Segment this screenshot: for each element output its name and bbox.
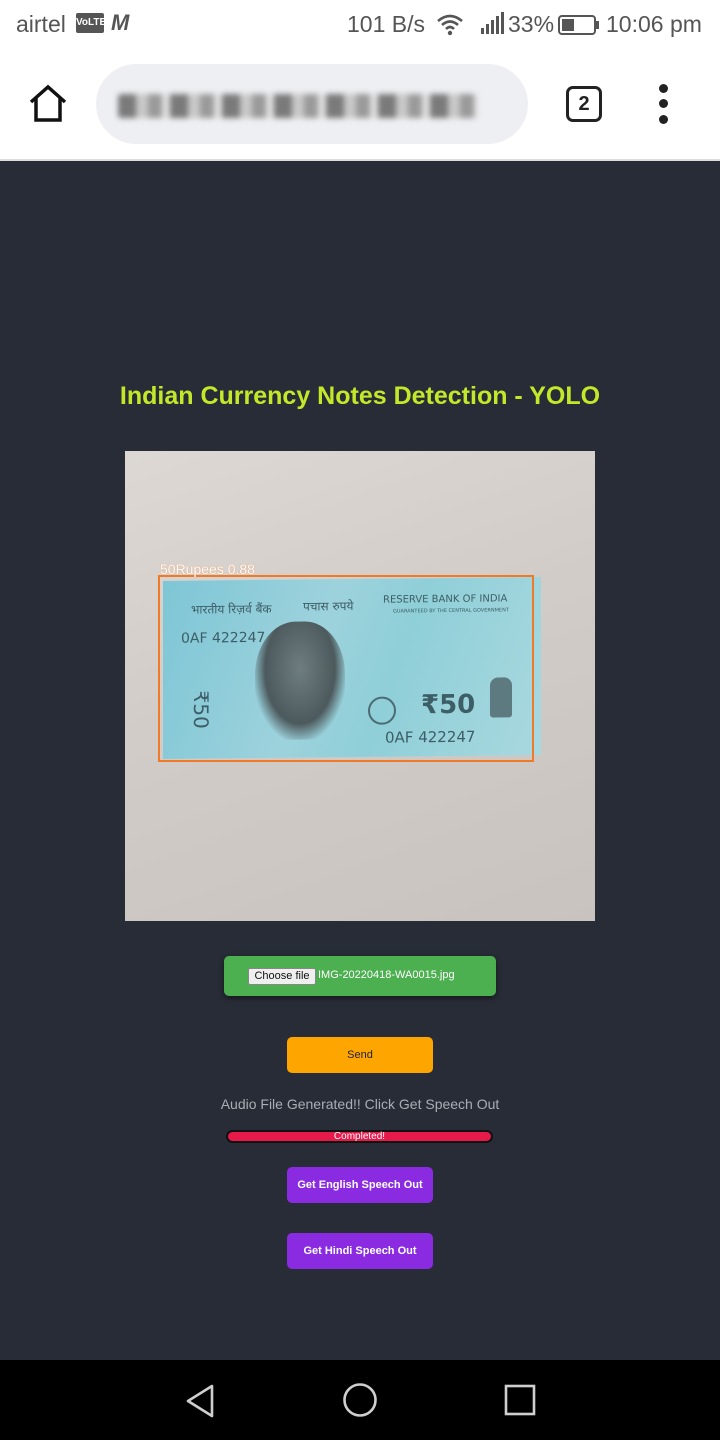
english-speech-button[interactable]: Get English Speech Out: [287, 1167, 433, 1203]
page-title: Indian Currency Notes Detection - YOLO: [119, 382, 601, 410]
file-upload-field[interactable]: Choose file IMG-20220418-WA0015.jpg: [224, 956, 496, 996]
battery-icon: [558, 15, 599, 35]
clock: 10:06 pm: [606, 11, 702, 37]
network-speed: 101 B/s: [347, 11, 425, 37]
detection-result-image: भारतीय रिज़र्व बैंक पचास रुपये RESERVE B…: [125, 451, 595, 921]
battery-percent: 33%: [508, 11, 555, 37]
page-content: Indian Currency Notes Detection - YOLO भ…: [0, 162, 720, 1360]
hindi-speech-button[interactable]: Get Hindi Speech Out: [287, 1233, 433, 1269]
status-bar: airtel VoLTE M 101 B/s 33% 10:06 pm: [0, 0, 720, 50]
status-message: Audio File Generated!! Click Get Speech …: [220, 1096, 500, 1112]
choose-file-button[interactable]: Choose file: [248, 968, 316, 985]
selected-file-name: IMG-20220418-WA0015.jpg: [318, 969, 455, 981]
more-menu-icon[interactable]: [650, 82, 678, 126]
detection-bounding-box: [158, 575, 534, 762]
url-bar[interactable]: [96, 64, 528, 144]
blurred-url: [118, 94, 478, 118]
back-icon[interactable]: [184, 1384, 216, 1418]
carrier-name: airtel: [16, 11, 66, 37]
detection-label: 50Rupees 0.88: [160, 561, 255, 577]
home-icon[interactable]: [26, 82, 70, 126]
progress-bar: Completed!: [226, 1130, 493, 1143]
home-circle-icon[interactable]: [342, 1382, 378, 1418]
recents-icon[interactable]: [504, 1384, 536, 1416]
m-icon: M: [111, 10, 130, 35]
send-button[interactable]: Send: [287, 1037, 433, 1073]
volte-icon: VoLTE: [76, 13, 106, 33]
signal-icon: [481, 12, 504, 34]
wifi-icon: [437, 14, 463, 36]
browser-toolbar: 2: [0, 50, 720, 161]
tabs-icon[interactable]: 2: [566, 86, 602, 122]
navigation-bar: [0, 1360, 720, 1440]
